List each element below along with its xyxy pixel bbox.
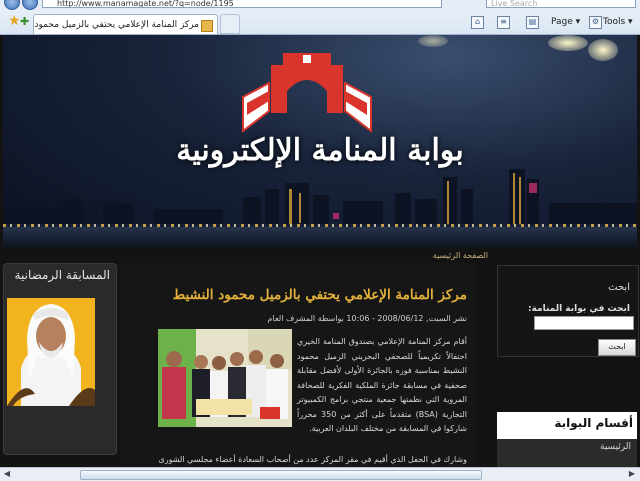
favorites-star-icon[interactable]: ★ — [8, 13, 21, 29]
contest-portrait-image[interactable] — [7, 298, 95, 406]
light-flare — [548, 35, 588, 51]
horizontal-scrollbar[interactable]: ◀ ▶ — [0, 467, 640, 481]
scroll-left-icon[interactable]: ◀ — [2, 469, 12, 479]
tools-menu[interactable]: Tools ▾ — [603, 14, 633, 30]
article-body-continued: وشارك في الحفل الذي أقيم في مقر المركز ع… — [158, 455, 467, 464]
tools-menu-label: Tools — [603, 17, 626, 27]
article-photo[interactable] — [158, 329, 292, 427]
search-button[interactable]: ابحث — [598, 339, 636, 356]
tab-title: مركز المنامة الإعلامي يحتفي بالزميل محمو… — [34, 20, 199, 30]
browser-chrome: http://www.manamagate.net/?q=node/1195 L… — [0, 0, 640, 35]
water-reflection — [3, 227, 637, 247]
address-bar-strip: http://www.manamagate.net/?q=node/1195 L… — [0, 0, 640, 10]
search-block: ابحث ابحث في بوابة المنامة: ابحث — [497, 265, 639, 357]
search-field-label: ابحث في بوابة المنامة: — [527, 304, 630, 314]
home-icon[interactable]: ⌂ — [471, 16, 484, 29]
tools-gear-icon[interactable]: ⚙ — [589, 16, 602, 29]
print-icon[interactable]: ▤ — [526, 16, 539, 29]
forward-icon[interactable] — [22, 0, 38, 10]
web-page: بوابة المنامة الإلكترونية الصفحة الرئيسي… — [0, 35, 640, 468]
add-favorite-icon[interactable]: ✚ — [20, 15, 29, 28]
search-block-title: ابحث — [608, 282, 630, 293]
site-search-input[interactable] — [534, 316, 634, 330]
new-tab-button[interactable] — [220, 14, 240, 34]
banner-title: بوابة المنامة الإلكترونية — [176, 133, 464, 168]
page-menu-label: Page — [551, 17, 573, 27]
block-title: المسابقة الرمضانية — [14, 268, 110, 282]
page-favicon-icon — [201, 20, 213, 32]
tab-active[interactable]: مركز المنامة الإعلامي يحتفي بالزميل محمو… — [33, 14, 218, 34]
sections-item-home[interactable]: الرئيسية — [600, 442, 631, 452]
article-meta: نشر السبت, 2008/06/12 - 10:06 بواسطة الم… — [267, 314, 467, 323]
light-flare — [588, 39, 618, 61]
page-menu[interactable]: Page ▾ — [551, 14, 580, 30]
back-icon[interactable] — [4, 0, 20, 10]
portal-sections-block: أقسام البوابة الرئيسية — [497, 412, 637, 468]
url-field[interactable]: http://www.manamagate.net/?q=node/1195 — [42, 0, 442, 8]
article-title[interactable]: مركز المنامة الإعلامي يحتفي بالزميل محمو… — [173, 287, 467, 303]
portrait-figure-icon — [7, 304, 95, 406]
feeds-icon[interactable]: ≡ — [497, 16, 510, 29]
site-logo-icon — [242, 53, 372, 134]
sections-list: الرئيسية — [497, 439, 637, 468]
scroll-right-icon[interactable]: ▶ — [627, 469, 637, 479]
sections-title: أقسام البوابة — [554, 416, 633, 430]
scrollbar-thumb[interactable] — [80, 470, 482, 480]
breadcrumb[interactable]: الصفحة الرئيسية — [433, 251, 488, 260]
live-search-input[interactable]: Live Search — [486, 0, 636, 8]
article-area: مركز المنامة الإعلامي يحتفي بالزميل محمو… — [120, 263, 477, 468]
light-flare — [418, 35, 448, 47]
ramadan-contest-block: المسابقة الرمضانية — [3, 263, 117, 455]
article-body: أقام مركز المنامة الإعلامي بصندوق المنام… — [297, 337, 468, 433]
city-skyline-icon — [3, 169, 637, 229]
site-banner[interactable]: بوابة المنامة الإلكترونية — [3, 35, 637, 247]
group-photo-icon — [158, 329, 292, 427]
